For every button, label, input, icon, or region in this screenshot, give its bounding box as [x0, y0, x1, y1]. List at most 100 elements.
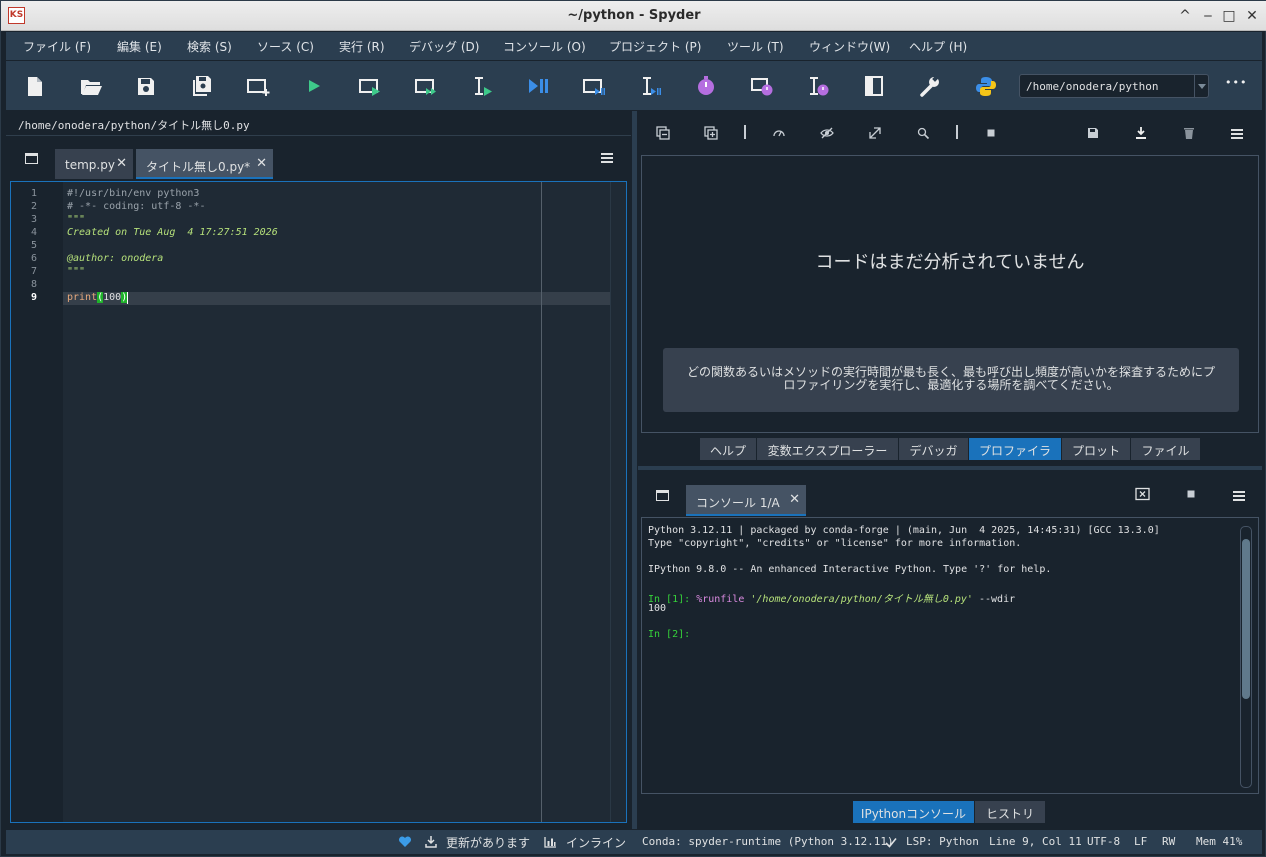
clear-data-icon[interactable] [1182, 126, 1196, 140]
undock-console-icon[interactable] [656, 490, 669, 501]
tab-help[interactable]: ヘルプ [700, 438, 757, 460]
clear-console-icon[interactable] [1135, 487, 1150, 501]
collapse-icon[interactable] [656, 126, 670, 140]
ipython-console-output[interactable]: Python 3.12.11 | packaged by conda-forge… [641, 517, 1259, 794]
menu-debug[interactable]: デバッグ (D) [409, 38, 479, 55]
profile-icon[interactable] [694, 75, 718, 97]
profiler-empty-description: どの関数あるいはメソッドの実行時間が最も長く、最も呼び出し頻度が高いかを探査する… [663, 348, 1239, 412]
minimize-button[interactable]: ‒ [1198, 6, 1218, 26]
maximize-pane-icon[interactable] [862, 75, 886, 97]
menu-source[interactable]: ソース (C) [257, 38, 314, 55]
hide-icon[interactable] [820, 126, 834, 140]
tab-profiler[interactable]: プロファイラ [969, 438, 1062, 460]
current-line-number: 9 [30, 292, 37, 303]
close-tab-icon[interactable]: ✕ [789, 492, 800, 507]
profiler-empty-heading: コードはまだ分析されていません [815, 252, 1085, 273]
console-line: Python 3.12.11 | packaged by conda-forge… [648, 525, 1160, 536]
profile-selection-icon[interactable] [806, 75, 830, 97]
title-bar: KS ~/python - Spyder ^ ‒ □ ✕ [1, 1, 1266, 31]
keep-above-button[interactable]: ^ [1175, 6, 1195, 26]
undock-editor-icon[interactable] [25, 153, 38, 164]
runfile-option: --wdir [978, 594, 1016, 605]
save-icon[interactable] [134, 75, 158, 97]
close-window-button[interactable]: ✕ [1242, 6, 1262, 26]
menu-help[interactable]: ヘルプ (H) [909, 38, 967, 55]
profile-cell-icon[interactable] [750, 75, 774, 97]
menu-run[interactable]: 実行 (R) [339, 38, 385, 55]
run-cell-advance-icon[interactable] [414, 75, 438, 97]
profiler-options-menu-icon[interactable] [1231, 129, 1243, 139]
close-tab-icon[interactable]: ✕ [116, 156, 127, 171]
tab-variable-explorer[interactable]: 変数エクスプローラー [757, 438, 899, 460]
code-line: # -*- coding: utf-8 -*- [67, 201, 206, 212]
plot-backend-status[interactable]: インライン [566, 834, 626, 851]
working-directory-dropdown-icon[interactable] [1194, 75, 1208, 97]
code-line-current: print(100) [67, 292, 129, 305]
console-options-menu-icon[interactable] [1233, 491, 1245, 501]
load-data-icon[interactable] [1134, 126, 1148, 140]
pane-splitter-vertical[interactable] [632, 111, 637, 829]
tab-debugger[interactable]: デバッガ [899, 438, 969, 460]
menu-console[interactable]: コンソール (O) [503, 38, 586, 55]
debug-selection-icon[interactable] [638, 75, 662, 97]
menu-tools[interactable]: ツール (T) [727, 38, 784, 55]
tab-label: コンソール 1/A [696, 496, 780, 510]
stop-icon[interactable] [984, 126, 998, 140]
run-selection-icon[interactable] [470, 75, 494, 97]
console-scrollbar[interactable] [1240, 526, 1252, 788]
editor-scrollbar[interactable] [610, 182, 626, 822]
callers-icon[interactable] [868, 126, 882, 140]
code-line: #!/usr/bin/env python3 [67, 188, 200, 199]
menu-window[interactable]: ウィンドウ(W) [809, 38, 890, 55]
tab-temp-py[interactable]: temp.py ✕ [55, 149, 133, 179]
code-area[interactable] [63, 182, 610, 822]
tab-history[interactable]: ヒストリ [975, 801, 1046, 823]
save-all-icon[interactable] [190, 75, 214, 97]
line-number: 3 [30, 214, 37, 225]
new-cell-icon[interactable] [246, 75, 270, 97]
toolbar-separator [956, 125, 958, 139]
maximize-button[interactable]: □ [1219, 6, 1239, 26]
editor-file-path: /home/onodera/python/タイトル無し0.py [18, 119, 250, 132]
console-line: IPython 9.8.0 -- An enhanced Interactive… [648, 564, 1052, 575]
working-directory-field[interactable]: /home/onodera/python [1019, 74, 1209, 98]
expand-icon[interactable] [704, 126, 718, 140]
tab-files[interactable]: ファイル [1131, 438, 1201, 460]
profiler-pane: コードはまだ分析されていません どの関数あるいはメソッドの実行時間が最も長く、最… [638, 111, 1262, 466]
menu-search[interactable]: 検索 (S) [187, 38, 232, 55]
run-icon[interactable] [302, 75, 326, 97]
tab-untitled0-py[interactable]: タイトル無し0.py* ✕ [136, 149, 273, 179]
menu-projects[interactable]: プロジェクト (P) [609, 38, 701, 55]
tab-plots[interactable]: プロット [1062, 438, 1131, 460]
save-data-icon[interactable] [1086, 126, 1100, 140]
line-number: 4 [30, 227, 37, 238]
python-path-icon[interactable] [974, 75, 998, 97]
interrupt-kernel-icon[interactable] [1184, 487, 1198, 501]
search-icon[interactable] [916, 126, 930, 140]
code-line: """ [67, 214, 86, 225]
console-input-line: In [1]: %runfile '/home/onodera/python/タ… [648, 590, 1015, 605]
console-scrollbar-thumb[interactable] [1242, 539, 1250, 699]
run-cell-icon[interactable] [358, 75, 382, 97]
status-bar: 更新があります インライン Conda: spyder-runtime (Pyt… [6, 830, 1262, 854]
code-editor[interactable]: 1 2 3 4 5 6 7 8 9 #!/usr/bin/env python3… [10, 181, 627, 823]
lsp-status[interactable]: LSP: Python [906, 835, 979, 848]
tab-console-1a[interactable]: コンソール 1/A ✕ [686, 485, 806, 516]
debug-icon[interactable] [526, 75, 550, 97]
more-options-icon[interactable]: ••• [1225, 76, 1247, 89]
open-file-icon[interactable] [79, 75, 103, 97]
update-available-status[interactable]: 更新があります [446, 834, 530, 851]
new-file-icon[interactable] [23, 75, 47, 97]
close-tab-icon[interactable]: ✕ [256, 156, 267, 171]
checkmark-icon [885, 837, 897, 848]
preferences-icon[interactable] [918, 75, 942, 97]
slow-local-icon[interactable] [772, 126, 786, 140]
editor-options-menu-icon[interactable] [601, 153, 613, 163]
heart-icon[interactable] [398, 836, 412, 848]
conda-env-status[interactable]: Conda: spyder-runtime (Python 3.12.11) [642, 835, 894, 848]
menu-edit[interactable]: 編集 (E) [117, 38, 162, 55]
window-title: ~/python - Spyder [567, 8, 701, 23]
debug-cell-icon[interactable] [582, 75, 606, 97]
tab-ipython-console[interactable]: IPythonコンソール [853, 801, 975, 823]
menu-file[interactable]: ファイル (F) [23, 38, 91, 55]
